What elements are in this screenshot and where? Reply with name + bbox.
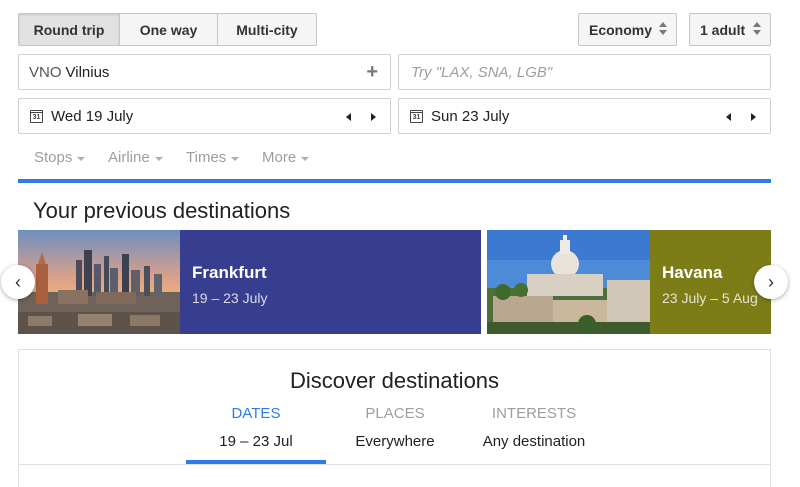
previous-day-icon[interactable] — [346, 113, 351, 121]
caret-down-icon — [154, 156, 163, 161]
destination-card-havana[interactable]: Havana 23 July – 5 Aug — [487, 230, 771, 334]
one-way-button[interactable]: One way — [120, 14, 218, 45]
origin-code: VNO — [29, 63, 62, 81]
section-divider — [18, 179, 771, 183]
caret-down-icon — [301, 156, 310, 161]
tab-label: INTERESTS — [491, 405, 577, 422]
destination-placeholder: Try "LAX, SNA, LGB" — [411, 63, 553, 81]
return-date: Sun 23 July — [431, 107, 510, 125]
discover-title: Discover destinations — [289, 368, 500, 393]
destination-card-frankfurt[interactable]: Frankfurt 19 – 23 July — [18, 230, 481, 334]
card-dates: 19 – 23 July — [192, 290, 268, 306]
return-date-field[interactable]: 31 Sun 23 July — [398, 98, 771, 134]
tab-label: PLACES — [365, 405, 425, 422]
passengers-dropdown[interactable]: 1 adult — [689, 13, 771, 46]
card-dates: 23 July – 5 Aug — [662, 290, 758, 306]
next-day-icon[interactable] — [751, 113, 756, 121]
havana-capitol-image — [487, 230, 650, 334]
caret-down-icon — [231, 156, 240, 161]
tab-label: DATES — [231, 405, 281, 422]
cabin-class-dropdown[interactable]: Economy — [578, 13, 677, 46]
card-city-name: Frankfurt — [192, 263, 267, 282]
depart-date-field[interactable]: 31 Wed 19 July — [18, 98, 391, 134]
discover-divider — [19, 464, 770, 465]
tab-dates[interactable]: DATES 19 – 23 Jul — [186, 405, 326, 450]
previous-destinations-title: Your previous destinations — [33, 198, 291, 223]
tab-places[interactable]: PLACES Everywhere — [325, 405, 465, 450]
times-filter[interactable]: Times — [186, 149, 262, 166]
calendar-icon: 31 — [410, 109, 423, 123]
passengers-value: 1 adult — [700, 21, 746, 38]
airline-filter[interactable]: Airline — [108, 149, 186, 166]
multi-city-button[interactable]: Multi-city — [218, 14, 316, 45]
chevron-left-icon: ‹ — [15, 272, 21, 292]
tab-value: Everywhere — [355, 433, 435, 450]
add-origin-icon[interactable]: + — [366, 61, 378, 84]
up-down-arrows-icon — [659, 22, 667, 35]
carousel-next-button[interactable]: › — [754, 265, 788, 299]
stops-filter[interactable]: Stops — [34, 149, 108, 166]
cabin-class-value: Economy — [589, 21, 653, 38]
filter-bar: Stops Airline Times More — [34, 149, 322, 166]
origin-field[interactable]: VNO Vilnius + — [18, 54, 391, 90]
havana-card-info: Havana 23 July – 5 Aug — [650, 230, 771, 334]
frankfurt-skyline-image — [18, 230, 180, 334]
carousel-prev-button[interactable]: ‹ — [1, 265, 35, 299]
caret-down-icon — [77, 156, 86, 161]
card-city-name: Havana — [662, 263, 723, 282]
next-day-icon[interactable] — [371, 113, 376, 121]
frankfurt-card-info: Frankfurt 19 – 23 July — [180, 230, 481, 334]
origin-city: Vilnius — [65, 63, 110, 81]
previous-day-icon[interactable] — [726, 113, 731, 121]
tab-value: Any destination — [482, 433, 586, 450]
more-filter[interactable]: More — [262, 149, 322, 166]
destination-field[interactable]: Try "LAX, SNA, LGB" — [398, 54, 771, 90]
tab-interests[interactable]: INTERESTS Any destination — [464, 405, 604, 450]
up-down-arrows-icon — [753, 22, 761, 35]
round-trip-button[interactable]: Round trip — [19, 14, 120, 45]
chevron-right-icon: › — [768, 272, 774, 292]
depart-date: Wed 19 July — [51, 107, 134, 125]
trip-type-selector: Round trip One way Multi-city — [18, 13, 317, 46]
tab-value: 19 – 23 Jul — [219, 433, 293, 450]
calendar-icon: 31 — [30, 109, 43, 123]
discover-destinations-panel: Discover destinations DATES 19 – 23 Jul … — [18, 349, 771, 487]
